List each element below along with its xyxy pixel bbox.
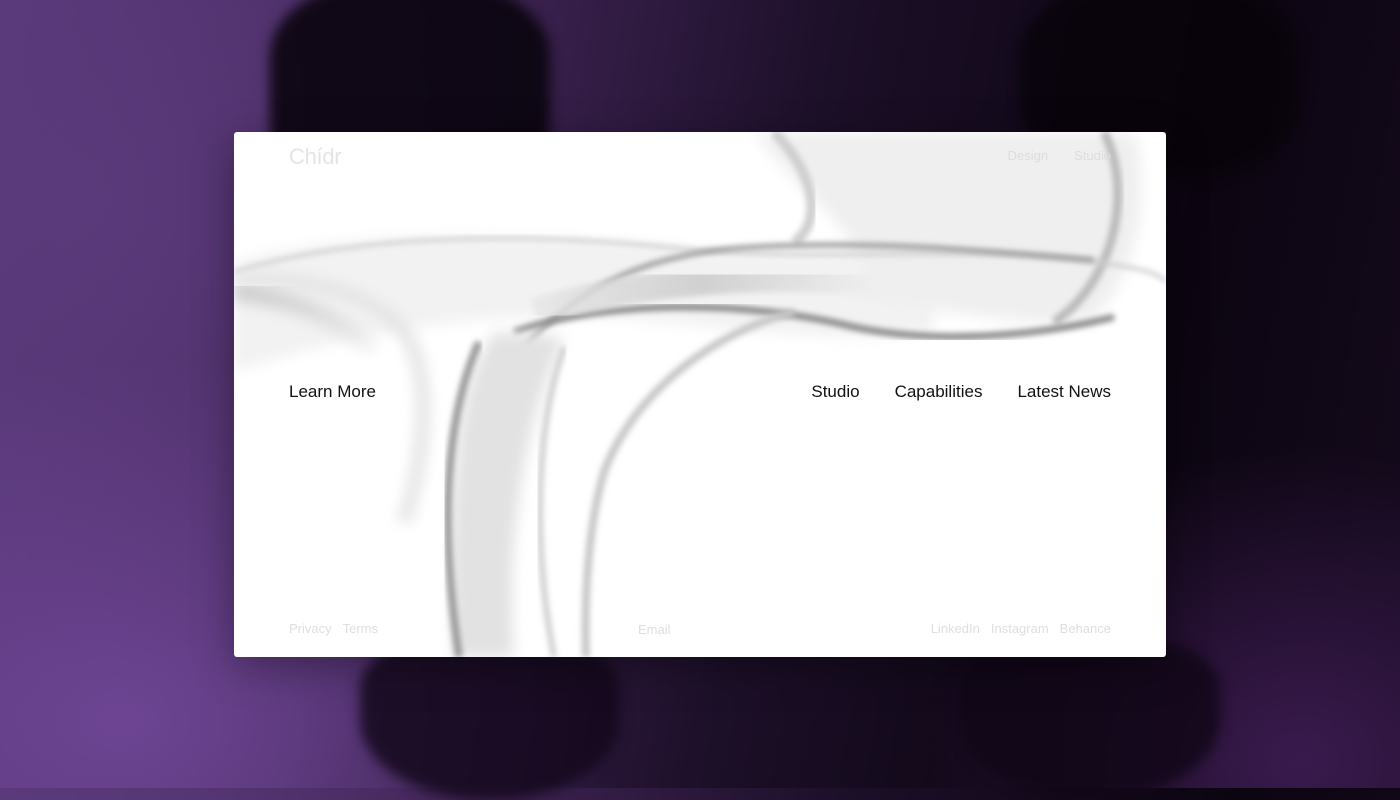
footer-contact: Email (638, 621, 671, 639)
background-shape (360, 640, 620, 800)
brand-logo[interactable]: Chídr (289, 144, 342, 170)
top-nav-item-studio[interactable]: Studio (1074, 148, 1111, 163)
footer-link-email[interactable]: Email (638, 622, 671, 637)
background-shape (960, 640, 1220, 800)
main-navigation: Studio Capabilities Latest News (811, 382, 1111, 402)
footer-link-behance[interactable]: Behance (1060, 621, 1111, 636)
footer-link-terms[interactable]: Terms (343, 621, 378, 636)
website-card: Chídr Design Studio Learn More Studio Ca… (234, 132, 1166, 657)
footer-link-instagram[interactable]: Instagram (991, 621, 1049, 636)
main-nav-item-capabilities[interactable]: Capabilities (895, 382, 983, 402)
top-nav-item-design[interactable]: Design (1008, 148, 1048, 163)
main-nav-item-studio[interactable]: Studio (811, 382, 859, 402)
footer-link-privacy[interactable]: Privacy (289, 621, 332, 636)
footer-link-linkedin[interactable]: LinkedIn (931, 621, 980, 636)
top-navigation: Design Studio (1008, 148, 1111, 163)
footer-legal-links: Privacy Terms (289, 621, 378, 636)
learn-more-link[interactable]: Learn More (289, 382, 376, 402)
main-nav-item-latest-news[interactable]: Latest News (1017, 382, 1111, 402)
footer-social-links: LinkedIn Instagram Behance (931, 621, 1111, 636)
